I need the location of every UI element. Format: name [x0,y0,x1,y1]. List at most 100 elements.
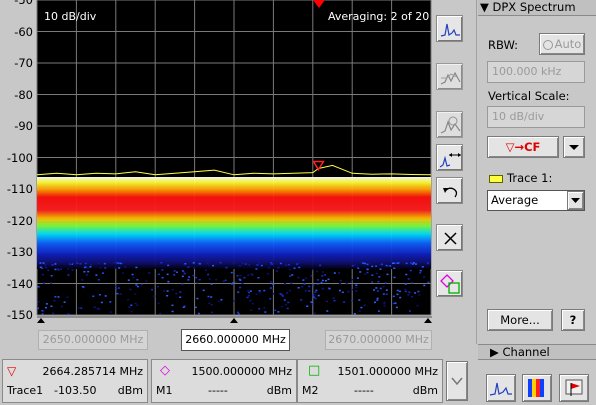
noise-speckle [188,266,190,268]
noise-speckle [407,293,410,296]
vertical-scale-field[interactable]: 10 dB/div [487,106,585,128]
noise-speckle [319,264,322,267]
noise-speckle [314,297,317,300]
marker-to-cf-dropdown[interactable] [563,136,585,158]
noise-speckle [357,267,360,269]
noise-speckle [251,302,254,305]
noise-speckle [283,299,286,301]
noise-speckle [369,262,372,264]
noise-speckle [269,264,272,266]
noise-speckle [310,301,313,303]
y-tick-label: -130 [6,245,33,259]
noise-speckle [248,263,251,266]
noise-speckle [84,262,87,265]
noise-speckle [338,289,341,292]
marker-readout-dropdown[interactable] [446,361,468,401]
noise-speckle [356,277,359,279]
settings-view-button[interactable] [436,111,463,138]
noise-speckle [351,299,354,302]
noise-speckle [92,295,95,297]
spectrum-display-button[interactable] [486,374,516,402]
noise-speckle [157,302,160,305]
marker-frequency: 2664.285714 MHz [42,365,143,378]
more-button[interactable]: More... [487,309,553,331]
close-button[interactable] [436,224,463,251]
noise-speckle [275,270,278,272]
chevron-down-icon [451,377,463,386]
noise-speckle [258,262,261,264]
marker-readout-trace1[interactable]: ▽ 2664.285714 MHz Trace1 -103.50 dBm [2,359,148,403]
noise-speckle [131,273,134,276]
spectrum-view-button[interactable] [436,15,463,42]
marker-readout-m1[interactable]: ◇ 1500.000000 MHz M1 ----- dBm [151,359,297,403]
noise-speckle [183,272,186,275]
noise-speckle [376,297,379,300]
noise-speckle [338,272,341,274]
noise-speckle [286,307,289,310]
center-frequency-field[interactable]: 2660.000000 MHz [181,329,290,351]
help-button[interactable]: ? [561,309,585,331]
noise-speckle [257,277,260,279]
noise-speckle [118,267,121,269]
rbw-auto-button[interactable]: Auto [539,33,585,55]
noise-speckle [427,262,429,264]
noise-speckle [279,292,282,295]
noise-speckle [248,294,250,297]
noise-speckle [288,289,291,292]
noise-speckle [260,264,263,267]
noise-speckle [219,262,222,264]
noise-speckle [423,284,426,287]
start-frequency-field[interactable]: 2650.000000 MHz [38,330,148,350]
noise-speckle [196,282,199,284]
noise-speckle [267,267,270,269]
marker-to-cf-button[interactable]: ▽→CF [487,136,559,158]
zoom-span-button[interactable] [436,144,463,171]
channel-section-header[interactable]: ▶ Channel [478,344,596,360]
dpx-display-button[interactable] [522,374,552,402]
noise-speckle [333,272,336,274]
noise-speckle [356,265,358,267]
trace-mode-select[interactable]: Average [487,190,585,211]
noise-speckle [67,268,70,270]
noise-speckle [208,302,211,304]
panel-header[interactable]: ▼ DPX Spectrum [478,0,596,15]
noise-speckle [210,283,213,285]
noise-speckle [302,279,305,281]
trace-mode-dropdown[interactable] [567,191,584,210]
noise-speckle [50,282,53,284]
noise-speckle [237,291,240,293]
noise-speckle [364,273,367,275]
marker-display-button[interactable] [559,374,589,402]
marker-readout-m2[interactable]: □ 1501.000000 MHz M2 ----- dBm [297,359,443,403]
noise-speckle [171,310,174,313]
noise-speckle [320,281,323,284]
noise-speckle [247,274,250,276]
noise-speckle [366,263,369,266]
undo-button[interactable] [436,177,463,204]
noise-speckle [353,313,356,315]
noise-speckle [363,262,366,265]
scale-label: 10 dB/div [44,10,97,23]
noise-speckle [310,275,313,277]
persistence-view-button[interactable] [436,63,463,90]
rbw-field[interactable]: 100.000 kHz [487,61,585,83]
noise-speckle [197,312,200,315]
noise-speckle [179,291,182,293]
noise-speckle [366,271,369,274]
noise-speckle [341,291,344,294]
noise-speckle [358,310,361,312]
noise-speckle [385,264,388,267]
noise-speckle [83,266,86,269]
noise-speckle [316,283,319,285]
noise-speckle [427,281,430,283]
noise-speckle [246,296,249,299]
noise-speckle [246,290,249,292]
marker-unit: dBm [412,384,438,397]
noise-speckle [379,264,382,266]
noise-speckle [376,290,379,292]
stop-frequency-field[interactable]: 2670.000000 MHz [325,330,432,350]
marker-toggle-button[interactable] [436,270,463,297]
noise-speckle [297,276,300,279]
noise-speckle [232,262,235,264]
noise-speckle [304,290,307,292]
